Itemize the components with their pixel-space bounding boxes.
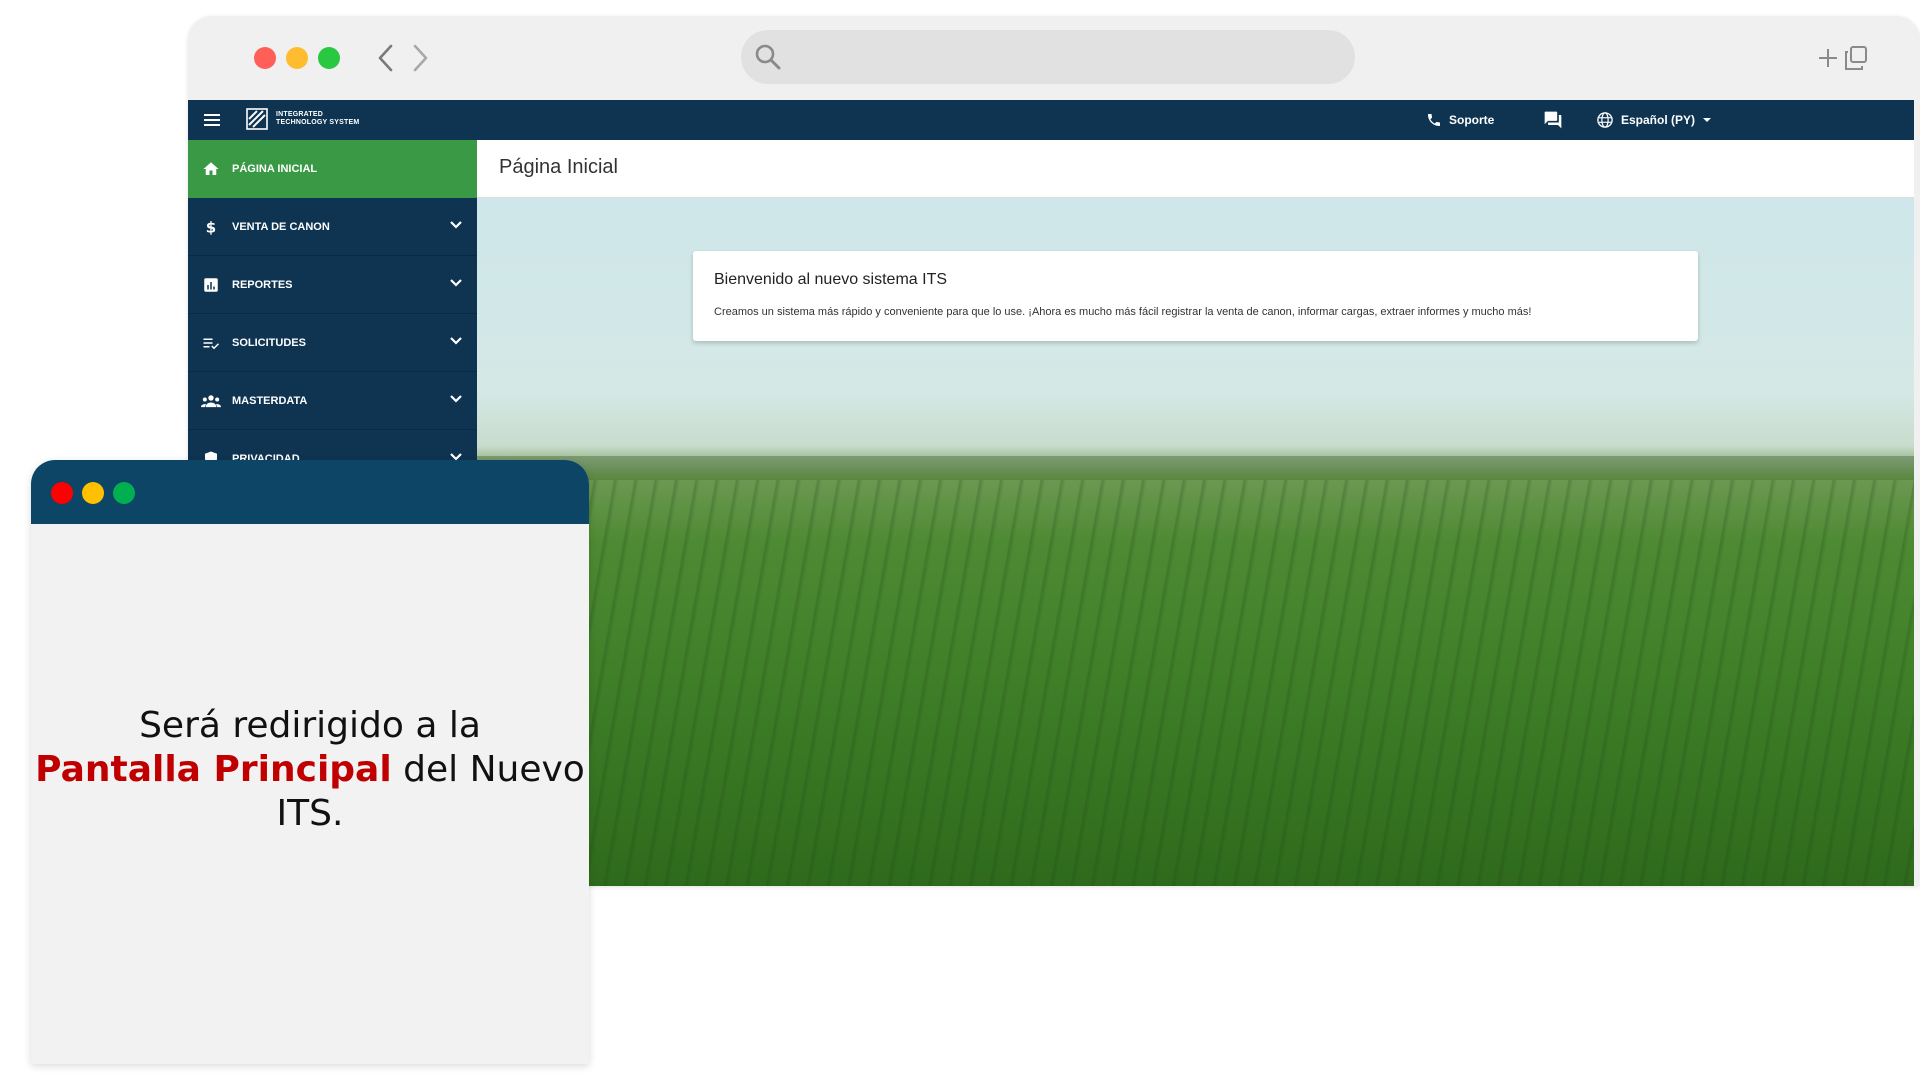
window-controls	[254, 47, 340, 69]
phone-icon	[1428, 114, 1440, 126]
welcome-text: Creamos un sistema más rápido y convenie…	[714, 306, 1532, 318]
overlay-minimize-button[interactable]	[82, 482, 104, 504]
sidebar-item-reportes[interactable]: REPORTES	[188, 256, 477, 314]
browser-navigation	[370, 40, 436, 76]
its-logo[interactable]: INTEGRATED TECHNOLOGY SYSTEM	[246, 108, 359, 130]
globe-icon	[1597, 112, 1613, 128]
checklist-icon	[200, 332, 222, 354]
overlay-titlebar	[31, 460, 589, 524]
chevron-left-icon	[378, 44, 393, 72]
back-button[interactable]	[370, 40, 400, 76]
sidebar-item-label: REPORTES	[232, 278, 293, 291]
welcome-card: Bienvenido al nuevo sistema ITS Creamos …	[693, 251, 1698, 341]
chevron-down-icon	[450, 221, 462, 229]
sidebar-item-label: MASTERDATA	[232, 394, 308, 407]
maximize-window-button[interactable]	[318, 47, 340, 69]
welcome-title: Bienvenido al nuevo sistema ITS	[714, 271, 948, 288]
overlay-message: Será redirigido a la Pantalla Principal …	[31, 704, 589, 836]
group-icon	[200, 390, 222, 412]
search-icon	[755, 44, 781, 70]
address-bar[interactable]	[741, 30, 1355, 84]
plus-icon[interactable]	[1816, 46, 1840, 70]
forward-button[interactable]	[406, 40, 436, 76]
hero-crop-rows	[477, 480, 1914, 886]
bar-chart-icon	[200, 274, 222, 296]
sidebar-item-solicitudes[interactable]: SOLICITUDES	[188, 314, 477, 372]
chevron-down-icon	[450, 395, 462, 403]
home-icon	[200, 158, 222, 180]
svg-text:$: $	[206, 218, 216, 236]
sidebar-item-label: VENTA DE CANON	[232, 220, 330, 233]
content-header: Página Inicial	[477, 140, 1914, 198]
sidebar-item-pagina-inicial[interactable]: PÁGINA INICIAL	[188, 140, 477, 198]
close-window-button[interactable]	[254, 47, 276, 69]
chevron-down-icon	[450, 337, 462, 345]
sidebar-item-label: SOLICITUDES	[232, 336, 306, 349]
main-content: Página Inicial Bienvenido al nuevo siste…	[477, 140, 1914, 886]
overlay-maximize-button[interactable]	[113, 482, 135, 504]
browser-actions	[1816, 44, 1870, 72]
page-title: Página Inicial	[499, 156, 618, 178]
its-logo-icon	[246, 108, 268, 130]
sidebar-item-label: PÁGINA INICIAL	[232, 163, 318, 175]
overlay-message-highlight: Pantalla Principal	[35, 749, 392, 790]
support-link[interactable]: Soporte	[1426, 100, 1494, 140]
chat-button[interactable]	[1543, 100, 1563, 140]
language-label: Español (PY)	[1621, 113, 1696, 127]
chat-icon	[1544, 111, 1562, 129]
overlay-window-controls	[51, 482, 135, 504]
dropdown-caret-icon	[1703, 118, 1712, 122]
sidebar-item-venta-de-canon[interactable]: $ VENTA DE CANON	[188, 198, 477, 256]
logo-text: INTEGRATED TECHNOLOGY SYSTEM	[276, 111, 360, 126]
copy-window-icon[interactable]	[1842, 44, 1870, 72]
top-bar: INTEGRATED TECHNOLOGY SYSTEM Soporte Esp…	[188, 100, 1914, 140]
menu-icon[interactable]	[200, 108, 224, 132]
minimize-window-button[interactable]	[286, 47, 308, 69]
hero-horizon	[477, 456, 1914, 480]
language-selector[interactable]: Español (PY)	[1596, 100, 1712, 140]
dollar-icon: $	[200, 216, 222, 238]
chevron-right-icon	[413, 44, 428, 72]
overlay-close-button[interactable]	[51, 482, 73, 504]
overlay-window: Será redirigido a la Pantalla Principal …	[31, 460, 589, 1064]
hero-background-image: Bienvenido al nuevo sistema ITS Creamos …	[477, 198, 1914, 886]
sidebar-item-masterdata[interactable]: MASTERDATA	[188, 372, 477, 430]
support-label: Soporte	[1449, 113, 1495, 127]
overlay-message-before: Será redirigido a la	[139, 705, 481, 746]
chevron-down-icon	[450, 279, 462, 287]
